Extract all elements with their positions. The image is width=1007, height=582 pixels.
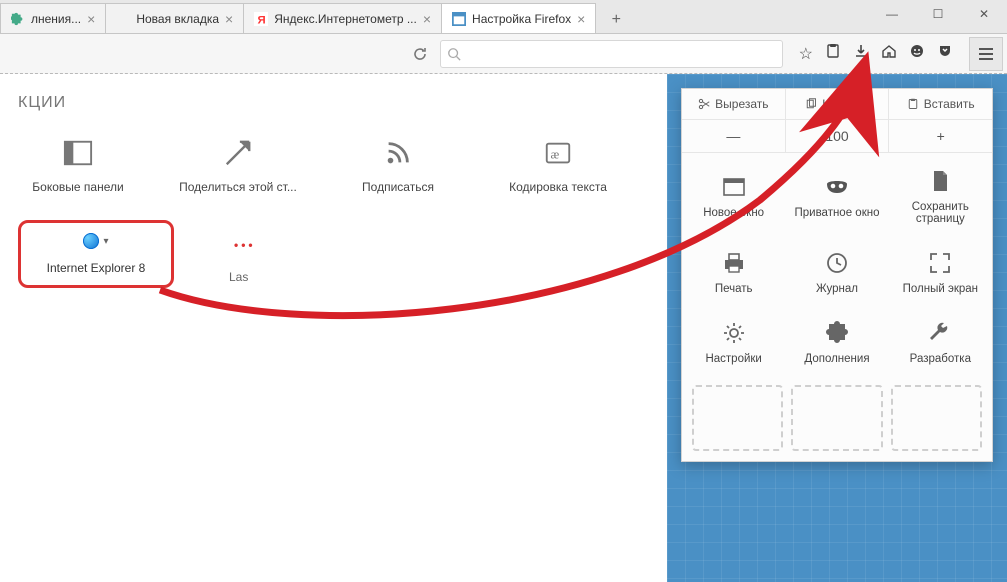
tool-label: Боковые панели [32, 180, 123, 194]
tool-label: Кодировка текста [509, 180, 607, 194]
menu-copy-button[interactable]: Копиров [786, 89, 890, 119]
close-icon[interactable]: × [225, 11, 233, 27]
menu-panel: Вырезать Копиров Вставить — 100 + Новое … [681, 88, 993, 462]
zoom-in-button[interactable]: + [889, 120, 992, 152]
paste-icon [907, 98, 919, 110]
tab-label: лнения... [31, 12, 81, 26]
fullscreen-icon [926, 249, 954, 277]
zoom-out-button[interactable]: — [682, 120, 786, 152]
tool-label: Поделиться этой ст... [179, 180, 297, 194]
empty-drop-slots [682, 375, 992, 461]
tab-strip: лнения... × Новая вкладка × Я Яндекс.Инт… [0, 0, 1007, 34]
pocket-icon[interactable] [937, 43, 953, 64]
drop-slot[interactable] [891, 385, 982, 451]
reload-button[interactable] [406, 40, 434, 68]
menu-print[interactable]: Печать [682, 235, 785, 305]
close-icon[interactable]: × [423, 11, 431, 27]
copy-icon [805, 98, 817, 110]
drop-slot[interactable] [791, 385, 882, 451]
section-title: КЦИИ [18, 94, 657, 112]
drop-slot[interactable] [692, 385, 783, 451]
search-icon [447, 47, 461, 61]
tab-yandex[interactable]: Я Яндекс.Интернетометр ... × [243, 3, 442, 33]
menu-developer[interactable]: Разработка [889, 305, 992, 375]
tab-customize[interactable]: Настройка Firefox × [441, 3, 596, 33]
nav-toolbar: ☆ [0, 34, 1007, 74]
menu-settings[interactable]: Настройки [682, 305, 785, 375]
menu-panel-dropzone: Вырезать Копиров Вставить — 100 + Новое … [667, 74, 1007, 582]
svg-text:Я: Я [258, 14, 266, 26]
menu-cut-button[interactable]: Вырезать [682, 89, 786, 119]
smile-icon[interactable] [909, 43, 925, 64]
page-icon [926, 167, 954, 195]
scissors-icon [698, 98, 710, 110]
window-minimize-button[interactable]: — [869, 0, 915, 28]
tool-subscribe[interactable]: Подписаться [338, 136, 458, 194]
wrench-icon [926, 319, 954, 347]
menu-save-page[interactable]: Сохранить страницу [889, 153, 992, 235]
puzzle-icon [823, 319, 851, 347]
tool-encoding[interactable]: æ Кодировка текста [498, 136, 618, 194]
customize-palette: КЦИИ Боковые панели Поделиться этой ст..… [0, 74, 667, 582]
history-icon [823, 249, 851, 277]
window-icon [720, 173, 748, 201]
svg-text:æ: æ [551, 147, 560, 162]
tool-internet-explorer[interactable]: ▾ Internet Explorer 8 [18, 220, 174, 288]
url-input[interactable] [467, 47, 776, 61]
zoom-value: 100 [786, 120, 890, 152]
download-icon[interactable] [853, 43, 869, 64]
menu-private-window[interactable]: Приватное окно [785, 153, 888, 235]
puzzle-icon [11, 12, 25, 26]
menu-addons[interactable]: Дополнения [785, 305, 888, 375]
sidebar-icon [61, 136, 95, 170]
blank-icon [116, 12, 130, 26]
encoding-icon: æ [541, 136, 575, 170]
home-icon[interactable] [881, 43, 897, 64]
gear-icon [720, 319, 748, 347]
bookmark-star-icon[interactable]: ☆ [799, 44, 813, 64]
menu-fullscreen[interactable]: Полный экран [889, 235, 992, 305]
close-icon[interactable]: × [87, 11, 95, 27]
tool-sidebars[interactable]: Боковые панели [18, 136, 138, 194]
rss-icon [381, 136, 415, 170]
ie-icon [83, 233, 99, 249]
tool-share[interactable]: Поделиться этой ст... [178, 136, 298, 194]
lastpass-icon[interactable]: ••• [234, 238, 256, 252]
tool-label-truncated: Las [229, 270, 248, 284]
window-close-button[interactable]: ✕ [961, 0, 1007, 28]
close-icon[interactable]: × [577, 11, 585, 27]
tab-addons[interactable]: лнения... × [0, 3, 106, 33]
tab-label: Новая вкладка [136, 12, 219, 26]
tab-label: Настройка Firefox [472, 12, 571, 26]
menu-history[interactable]: Журнал [785, 235, 888, 305]
url-bar[interactable] [440, 40, 783, 68]
menu-new-window[interactable]: Новое окно [682, 153, 785, 235]
hamburger-icon [977, 45, 995, 63]
menu-paste-button[interactable]: Вставить [889, 89, 992, 119]
window-maximize-button[interactable]: ☐ [915, 0, 961, 28]
tool-label: Подписаться [362, 180, 434, 194]
share-icon [221, 136, 255, 170]
clipboard-icon[interactable] [825, 43, 841, 64]
mask-icon [823, 173, 851, 201]
hamburger-menu-button[interactable] [969, 37, 1003, 71]
toolbar-icons: ☆ [789, 43, 963, 64]
yandex-icon: Я [254, 12, 268, 26]
tab-label: Яндекс.Интернетометр ... [274, 12, 417, 26]
tool-label: Internet Explorer 8 [47, 261, 146, 275]
tab-newtab[interactable]: Новая вкладка × [105, 3, 244, 33]
new-tab-button[interactable]: + [603, 7, 629, 33]
print-icon [720, 249, 748, 277]
box-icon [452, 12, 466, 26]
